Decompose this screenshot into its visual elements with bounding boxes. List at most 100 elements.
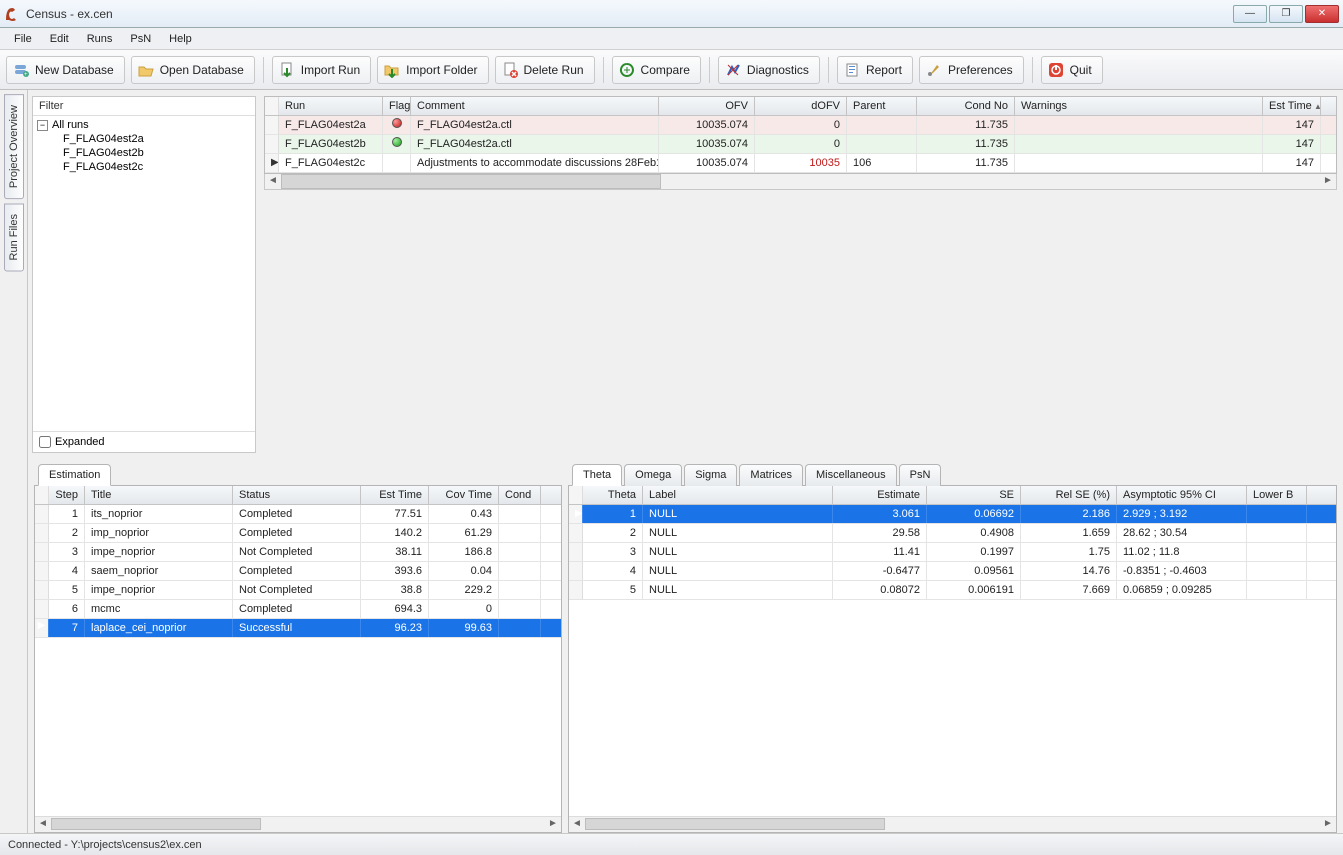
table-row[interactable]: ▶F_FLAG04est2cAdjustments to accommodate… <box>265 154 1336 173</box>
preferences-button[interactable]: Preferences <box>919 56 1024 84</box>
col-title[interactable]: Title <box>85 486 233 504</box>
theta-hscroll[interactable]: ◄ ► <box>569 816 1336 832</box>
row-indicator: ▶ <box>265 154 279 172</box>
row-indicator <box>569 581 583 599</box>
row-indicator <box>35 543 49 561</box>
close-button[interactable]: ✕ <box>1305 5 1339 23</box>
row-indicator <box>35 524 49 542</box>
import-folder-icon <box>384 62 400 78</box>
tab-project-overview[interactable]: Project Overview <box>4 94 24 199</box>
menubar: File Edit Runs PsN Help <box>0 28 1343 50</box>
col-label[interactable]: Label <box>643 486 833 504</box>
runs-hscroll[interactable]: ◄ ► <box>264 174 1337 190</box>
scroll-thumb[interactable] <box>281 174 661 189</box>
col-status[interactable]: Status <box>233 486 361 504</box>
col-se[interactable]: SE <box>927 486 1021 504</box>
col-condno[interactable]: Cond No <box>917 97 1015 115</box>
tab-omega[interactable]: Omega <box>624 464 682 486</box>
table-row[interactable]: ▶1NULL3.0610.066922.1862.929 ; 3.192 <box>569 505 1336 524</box>
flag-red-icon <box>392 118 402 128</box>
scroll-left-icon[interactable]: ◄ <box>569 817 585 832</box>
tree-root[interactable]: −All runs <box>37 118 251 132</box>
toolbar-separator <box>603 57 604 83</box>
estimation-panel: Estimation Step Title Status Est Time Co… <box>34 463 562 833</box>
table-row[interactable]: 4saem_nopriorCompleted393.60.04 <box>35 562 561 581</box>
tab-matrices[interactable]: Matrices <box>739 464 803 486</box>
collapse-icon[interactable]: − <box>37 120 48 131</box>
horizontal-splitter[interactable] <box>28 453 1343 463</box>
compare-button[interactable]: Compare <box>612 56 701 84</box>
col-cond[interactable]: Cond <box>499 486 541 504</box>
col-run[interactable]: Run <box>279 97 383 115</box>
new-database-button[interactable]: +New Database <box>6 56 125 84</box>
table-row[interactable]: 5NULL0.080720.0061917.6690.06859 ; 0.092… <box>569 581 1336 600</box>
menu-edit[interactable]: Edit <box>42 30 77 48</box>
col-dofv[interactable]: dOFV <box>755 97 847 115</box>
col-esttime[interactable]: Est Time <box>361 486 429 504</box>
scroll-left-icon[interactable]: ◄ <box>265 174 281 189</box>
menu-runs[interactable]: Runs <box>79 30 121 48</box>
menu-psn[interactable]: PsN <box>122 30 159 48</box>
col-estimate[interactable]: Estimate <box>833 486 927 504</box>
table-row[interactable]: 3NULL11.410.19971.7511.02 ; 11.8 <box>569 543 1336 562</box>
table-row[interactable]: 3impe_nopriorNot Completed38.11186.8 <box>35 543 561 562</box>
filter-tree[interactable]: −All runs F_FLAG04est2a F_FLAG04est2b F_… <box>33 116 255 431</box>
col-lowerb[interactable]: Lower B <box>1247 486 1307 504</box>
runs-table[interactable]: Run Flag Comment OFV dOFV Parent Cond No… <box>264 96 1337 174</box>
tab-estimation[interactable]: Estimation <box>38 464 111 486</box>
table-row[interactable]: 4NULL-0.64770.0956114.76-0.8351 ; -0.460… <box>569 562 1336 581</box>
table-row[interactable]: 5impe_nopriorNot Completed38.8229.2 <box>35 581 561 600</box>
tree-item[interactable]: F_FLAG04est2b <box>63 146 251 160</box>
col-relse[interactable]: Rel SE (%) <box>1021 486 1117 504</box>
row-indicator <box>35 562 49 580</box>
menu-help[interactable]: Help <box>161 30 200 48</box>
new-database-icon: + <box>13 62 29 78</box>
import-folder-button[interactable]: Import Folder <box>377 56 488 84</box>
scroll-thumb[interactable] <box>585 818 885 830</box>
tab-run-files[interactable]: Run Files <box>4 203 24 271</box>
menu-file[interactable]: File <box>6 30 40 48</box>
minimize-button[interactable]: — <box>1233 5 1267 23</box>
col-parent[interactable]: Parent <box>847 97 917 115</box>
col-comment[interactable]: Comment <box>411 97 659 115</box>
estimation-hscroll[interactable]: ◄ ► <box>35 816 561 832</box>
scroll-right-icon[interactable]: ► <box>1320 817 1336 832</box>
diagnostics-button[interactable]: Diagnostics <box>718 56 820 84</box>
tab-sigma[interactable]: Sigma <box>684 464 737 486</box>
tab-psn[interactable]: PsN <box>899 464 942 486</box>
tree-item[interactable]: F_FLAG04est2c <box>63 160 251 174</box>
scroll-left-icon[interactable]: ◄ <box>35 817 51 832</box>
tab-theta[interactable]: Theta <box>572 464 622 486</box>
col-step[interactable]: Step <box>49 486 85 504</box>
quit-button[interactable]: Quit <box>1041 56 1103 84</box>
table-row[interactable]: ▶7laplace_cei_nopriorSuccessful96.2399.6… <box>35 619 561 638</box>
table-row[interactable]: F_FLAG04est2aF_FLAG04est2a.ctl10035.0740… <box>265 116 1336 135</box>
tree-item[interactable]: F_FLAG04est2a <box>63 132 251 146</box>
table-row[interactable]: 6mcmcCompleted694.30 <box>35 600 561 619</box>
scroll-thumb[interactable] <box>51 818 261 830</box>
table-row[interactable]: 2NULL29.580.49081.65928.62 ; 30.54 <box>569 524 1336 543</box>
import-run-button[interactable]: Import Run <box>272 56 371 84</box>
table-row[interactable]: F_FLAG04est2bF_FLAG04est2a.ctl10035.0740… <box>265 135 1336 154</box>
maximize-button[interactable]: ❐ <box>1269 5 1303 23</box>
col-warnings[interactable]: Warnings <box>1015 97 1263 115</box>
col-ci[interactable]: Asymptotic 95% CI <box>1117 486 1247 504</box>
preferences-icon <box>926 62 942 78</box>
col-ofv[interactable]: OFV <box>659 97 755 115</box>
expanded-checkbox[interactable] <box>39 436 51 448</box>
tab-misc[interactable]: Miscellaneous <box>805 464 897 486</box>
col-flag[interactable]: Flag <box>383 97 411 115</box>
theta-table[interactable]: Theta Label Estimate SE Rel SE (%) Asymp… <box>569 486 1336 816</box>
delete-run-button[interactable]: Delete Run <box>495 56 595 84</box>
estimation-table[interactable]: Step Title Status Est Time Cov Time Cond… <box>35 486 561 816</box>
scroll-right-icon[interactable]: ► <box>1320 174 1336 189</box>
table-row[interactable]: 1its_nopriorCompleted77.510.43 <box>35 505 561 524</box>
col-esttime[interactable]: Est Time <box>1263 97 1321 115</box>
report-button[interactable]: Report <box>837 56 913 84</box>
scroll-right-icon[interactable]: ► <box>545 817 561 832</box>
open-database-button[interactable]: Open Database <box>131 56 255 84</box>
col-covtime[interactable]: Cov Time <box>429 486 499 504</box>
toolbar-separator <box>709 57 710 83</box>
col-theta[interactable]: Theta <box>583 486 643 504</box>
table-row[interactable]: 2imp_nopriorCompleted140.261.29 <box>35 524 561 543</box>
